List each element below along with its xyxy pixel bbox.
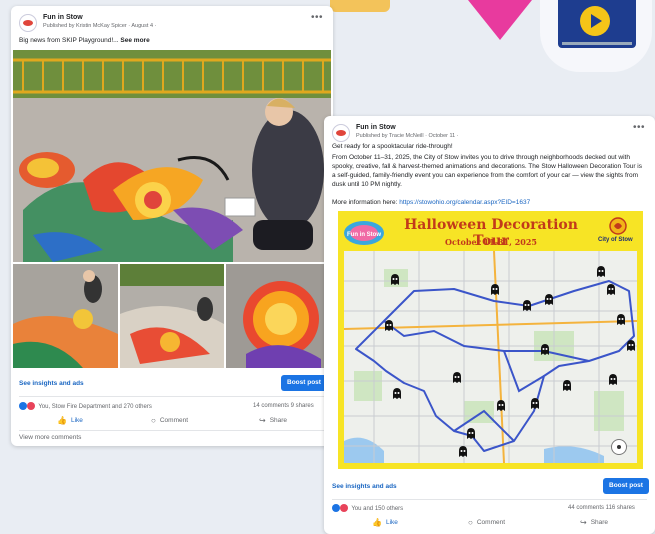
grid-photo-1[interactable] xyxy=(13,264,118,368)
see-more-link[interactable]: See more xyxy=(120,37,149,44)
comment-button[interactable]: ○ Comment xyxy=(151,416,188,425)
page-avatar[interactable] xyxy=(19,14,37,32)
divider xyxy=(332,499,647,500)
share-button[interactable]: ↪ Share xyxy=(580,518,608,527)
comment-button[interactable]: ○ Comment xyxy=(468,518,505,527)
more-info-label: More information here: xyxy=(332,199,398,206)
ghost-marker-icon[interactable] xyxy=(596,265,606,277)
pink-arrow-graphic xyxy=(468,0,532,40)
fun-in-stow-logo: Fun in Stow xyxy=(342,217,386,247)
like-button[interactable]: 👍 Like xyxy=(372,518,398,527)
flyer-date: October 11-31, 2025 xyxy=(445,237,537,247)
reaction-names: You, Stow Fire Department and 270 others xyxy=(38,403,152,410)
like-reaction-icon xyxy=(332,504,340,512)
boost-post-button[interactable]: Boost post xyxy=(281,375,327,391)
city-of-stow-logo: City of Stow xyxy=(596,217,640,249)
divider xyxy=(19,396,325,397)
ghost-marker-icon[interactable] xyxy=(490,283,500,295)
more-options-icon[interactable]: ••• xyxy=(633,122,645,133)
video-progress-bar xyxy=(562,42,632,45)
page-name[interactable]: Fun in Stow xyxy=(356,124,396,131)
ghost-marker-icon[interactable] xyxy=(616,313,626,325)
ghost-marker-icon[interactable] xyxy=(452,371,462,383)
divider xyxy=(19,430,325,431)
comment-icon: ○ xyxy=(468,518,473,527)
like-label: Like xyxy=(385,519,398,527)
post-header: Fun in Stow Published by Kristin McKay S… xyxy=(19,12,325,36)
post-text: Big news from SKIP Playground!... See mo… xyxy=(19,36,325,45)
comment-label: Comment xyxy=(159,417,189,425)
comment-share-counts[interactable]: 14 comments 9 shares xyxy=(253,403,314,409)
see-insights-link[interactable]: See insights and ads xyxy=(19,380,84,387)
ghost-marker-icon[interactable] xyxy=(626,339,636,351)
fun-in-stow-logo-graphic: Fun in Stow xyxy=(344,221,384,245)
grid-photo-2[interactable] xyxy=(120,264,224,368)
share-button[interactable]: ↪ Share xyxy=(259,416,287,425)
play-icon[interactable] xyxy=(580,6,610,36)
chalk-art-photo-2 xyxy=(120,264,224,368)
ghost-marker-icon[interactable] xyxy=(392,387,402,399)
share-icon: ↪ xyxy=(259,416,266,425)
share-icon: ↪ xyxy=(580,518,587,527)
boost-post-button[interactable]: Boost post xyxy=(603,478,649,494)
ghost-marker-icon[interactable] xyxy=(466,427,476,439)
chalk-art-photo-1 xyxy=(13,264,118,368)
post-body: Big news from SKIP Playground!... xyxy=(19,37,119,44)
like-icon: 👍 xyxy=(372,518,382,527)
see-insights-link[interactable]: See insights and ads xyxy=(332,483,397,490)
ghost-marker-icon[interactable] xyxy=(384,319,394,331)
comment-icon: ○ xyxy=(151,416,156,425)
like-reaction-icon xyxy=(19,402,27,410)
ghost-marker-icon[interactable] xyxy=(390,273,400,285)
logo-left-text: Fun in Stow xyxy=(347,232,381,238)
ghost-marker-icon[interactable] xyxy=(608,373,618,385)
like-label: Like xyxy=(70,417,83,425)
logo-right-text: City of Stow xyxy=(598,237,633,243)
ghost-marker-icon[interactable] xyxy=(496,399,506,411)
comment-share-counts[interactable]: 44 comments 116 shares xyxy=(568,505,635,511)
reaction-summary[interactable]: You and 150 others xyxy=(332,504,403,512)
page-avatar[interactable] xyxy=(332,124,350,142)
ghost-marker-icon[interactable] xyxy=(562,379,572,391)
background-tile xyxy=(330,0,390,12)
post-card-skip-playground: Fun in Stow Published by Kristin McKay S… xyxy=(11,6,333,446)
love-reaction-icon xyxy=(339,504,348,512)
city-of-stow-logo-graphic xyxy=(609,217,627,235)
ghost-marker-icon[interactable] xyxy=(458,445,468,457)
ghost-marker-icon[interactable] xyxy=(522,299,532,311)
like-icon: 👍 xyxy=(57,416,67,425)
chalk-art-illustration xyxy=(13,50,331,262)
like-button[interactable]: 👍 Like xyxy=(57,416,83,425)
ghost-marker-icon[interactable] xyxy=(530,397,540,409)
post-body: From October 11–31, 2025, the City of St… xyxy=(332,154,642,188)
page-name[interactable]: Fun in Stow xyxy=(43,14,83,21)
ghost-marker-icon[interactable] xyxy=(540,343,550,355)
post-meta: Published by Tracie McNeill · October 11… xyxy=(356,133,459,139)
ghost-marker-icon[interactable] xyxy=(606,283,616,295)
halloween-tour-flyer[interactable]: Fun in Stow Halloween Decoration Tour Oc… xyxy=(338,211,643,469)
more-info-line: More information here: https://stowohio.… xyxy=(332,198,647,207)
reaction-names: You and 150 others xyxy=(351,505,404,512)
compass-icon[interactable] xyxy=(611,439,627,455)
post-meta: Published by Kristin McKay Spicer · Augu… xyxy=(43,23,157,29)
more-options-icon[interactable]: ••• xyxy=(311,12,323,23)
share-label: Share xyxy=(269,417,288,425)
post-intro: Get ready for a spooktacular ride-throug… xyxy=(332,143,453,150)
tour-route-map[interactable] xyxy=(344,251,637,463)
comment-label: Comment xyxy=(476,519,506,527)
view-more-comments-link[interactable]: View more comments xyxy=(19,434,81,441)
ghost-marker-icon[interactable] xyxy=(544,293,554,305)
share-label: Share xyxy=(590,519,609,527)
main-photo-chalk-art[interactable] xyxy=(13,50,331,262)
reaction-summary[interactable]: You, Stow Fire Department and 270 others xyxy=(19,402,152,410)
more-info-link[interactable]: https://stowohio.org/calendar.aspx?EID=1… xyxy=(399,199,530,206)
love-reaction-icon xyxy=(26,402,35,410)
grid-photo-3[interactable] xyxy=(226,264,331,368)
chalk-art-photo-3 xyxy=(226,264,331,368)
